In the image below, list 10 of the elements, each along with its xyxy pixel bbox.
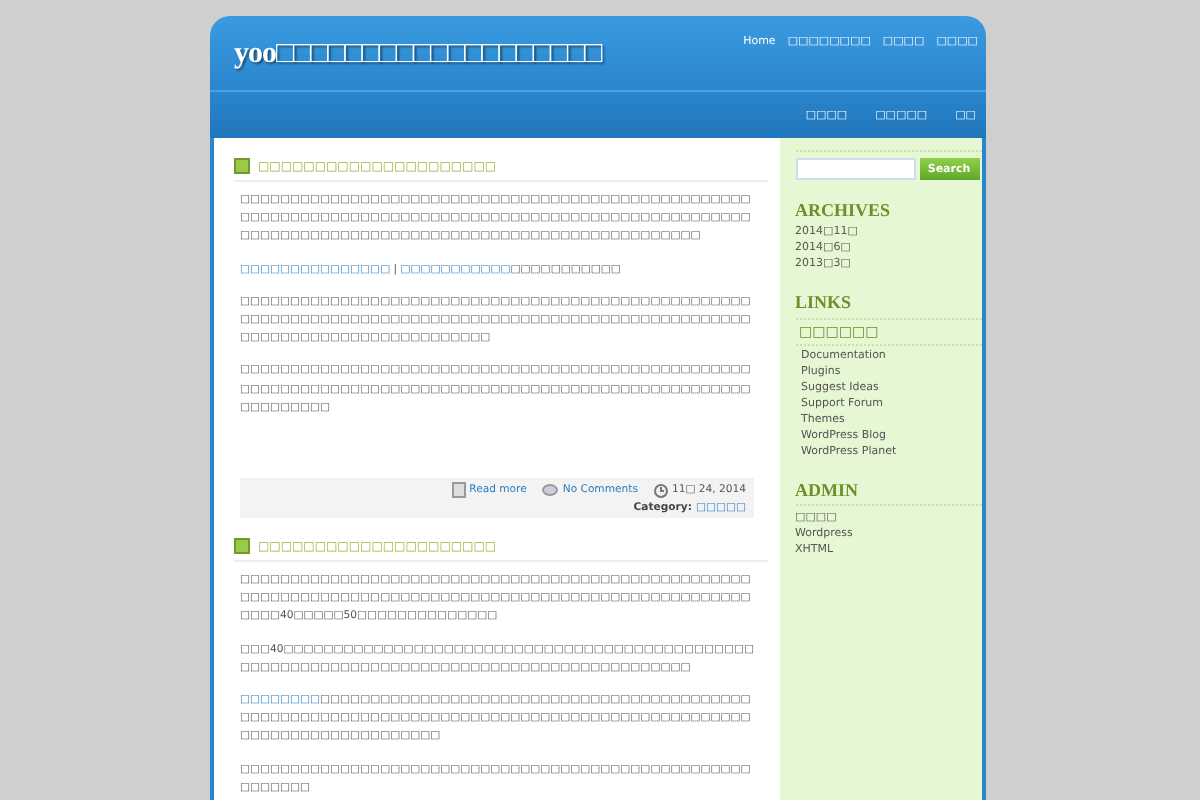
- document-icon: [451, 482, 466, 499]
- search-field[interactable]: [795, 158, 916, 180]
- widget-heading: ADMIN: [795, 480, 861, 500]
- speech-bubble-icon: [542, 483, 559, 498]
- post-icon: [234, 538, 250, 555]
- site-title[interactable]: yoo□□□□□□□□□□□□□□□□□□□: [234, 38, 602, 72]
- clock-icon: [653, 483, 668, 498]
- widget-heading: LINKS: [795, 292, 854, 312]
- post-icon: [234, 158, 250, 174]
- widget-heading: ARCHIVES: [795, 200, 893, 220]
